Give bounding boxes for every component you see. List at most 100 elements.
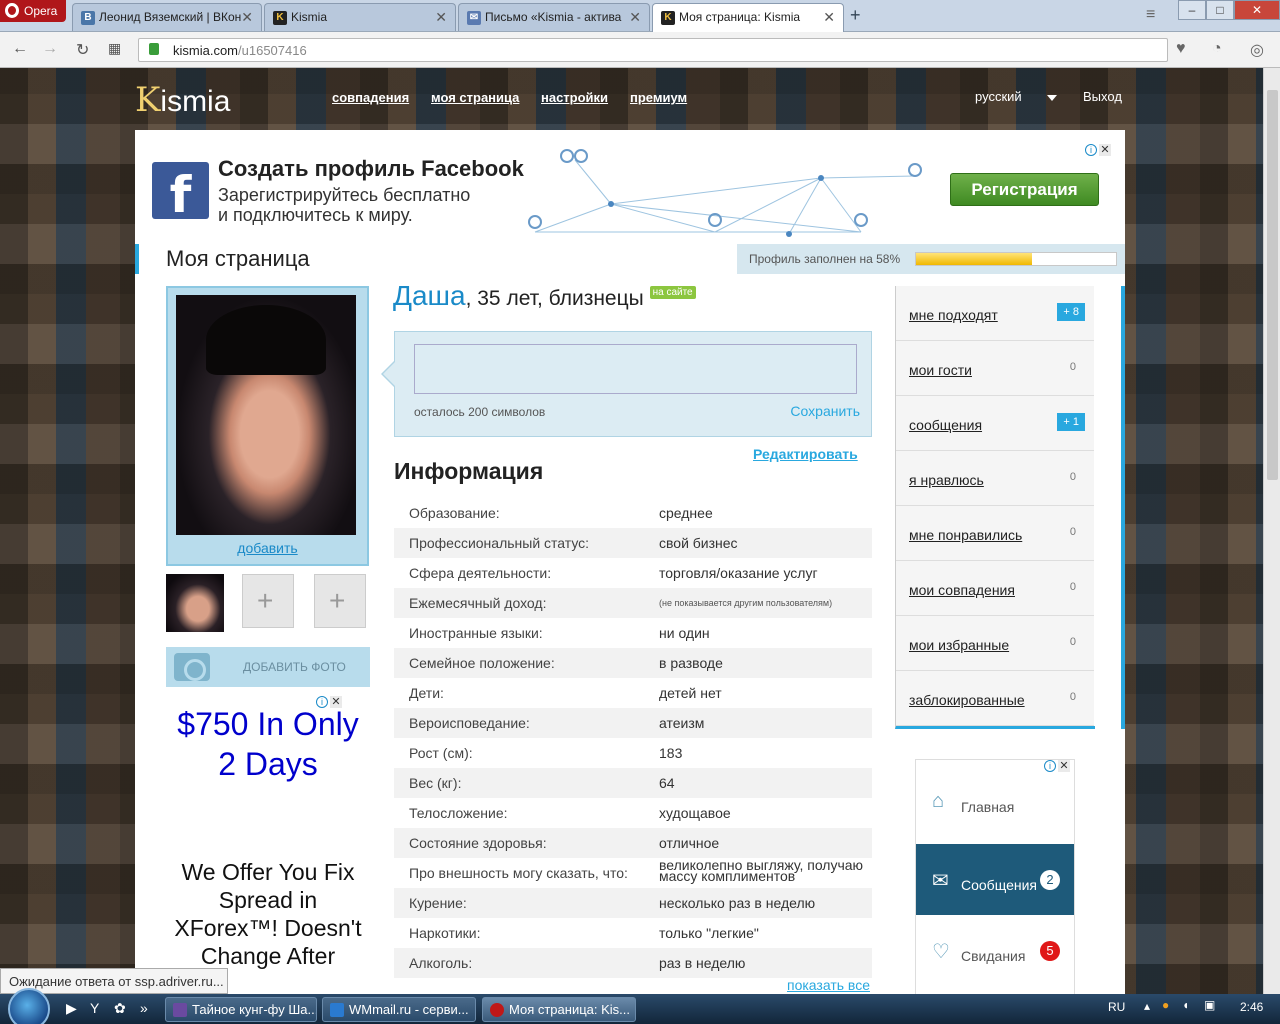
speaker-icon[interactable]: ◖ xyxy=(1182,998,1189,1012)
language-select[interactable]: русский xyxy=(975,89,1057,104)
more-icon[interactable]: » xyxy=(140,1000,148,1016)
plus-icon: + xyxy=(257,585,274,616)
menu-item-liked-me[interactable]: я нравлюсь 0 xyxy=(896,451,1094,506)
facebook-logo-icon: f xyxy=(152,162,209,224)
fb-ad-subtitle-2: и подключитесь к миру. xyxy=(218,205,413,225)
add-photo-link[interactable]: добавить xyxy=(168,540,367,556)
photo-thumbnail[interactable] xyxy=(166,574,224,632)
close-tab-icon[interactable]: ✕ xyxy=(435,9,447,26)
reload-icon[interactable]: ↻ xyxy=(76,40,89,60)
close-tab-icon[interactable]: ✕ xyxy=(241,9,253,26)
turbo-icon[interactable]: ◔ xyxy=(1212,40,1222,58)
network-illustration xyxy=(528,149,922,237)
nav-matches[interactable]: совпадения xyxy=(332,90,409,105)
empty-photo-slot[interactable]: + xyxy=(314,574,366,628)
widget-home[interactable]: ⌂ Главная xyxy=(916,766,1074,837)
info-row: Дети: детей нет xyxy=(409,685,722,701)
facebook-ad-banner[interactable]: f Создать профиль Facebook Зарегистрируй… xyxy=(135,130,1125,240)
forex-ad[interactable]: i ✕ $750 In Only 2 Days We Offer You Fix … xyxy=(166,696,370,994)
info-row: Профессиональный статус: свой бизнес xyxy=(394,528,872,558)
menu-item-favorites[interactable]: мои избранные 0 xyxy=(896,616,1094,671)
profile-photo[interactable] xyxy=(176,295,356,535)
widget-messages[interactable]: ✉ Сообщения 2 xyxy=(916,844,1074,915)
save-status-button[interactable]: Сохранить xyxy=(790,403,860,419)
task-ie[interactable]: WMmail.ru - серви... xyxy=(322,997,476,1022)
media-icon xyxy=(173,1003,187,1017)
fb-ad-title: Создать профиль Facebook xyxy=(218,156,524,181)
speed-dial-icon[interactable]: ▦ xyxy=(108,40,121,57)
network-icon[interactable]: ▣ xyxy=(1204,998,1215,1012)
back-icon[interactable]: ← xyxy=(12,40,28,58)
add-photo-button[interactable]: ДОБАВИТЬ ФОТО xyxy=(166,647,370,687)
logout-link[interactable]: Выход xyxy=(1083,89,1122,104)
nav-my-page[interactable]: моя страница xyxy=(431,90,519,105)
tab-mail[interactable]: ✉ Письмо «Kismia - актива ✕ xyxy=(458,3,650,31)
chevron-down-icon xyxy=(1047,95,1057,101)
account-icon[interactable]: ◎ xyxy=(1250,40,1264,60)
info-row: Иностранные языки: ни один xyxy=(409,625,710,641)
maximize-button[interactable]: □ xyxy=(1206,0,1234,20)
info-row: Образование: среднее xyxy=(409,505,713,521)
online-badge: на сайте xyxy=(649,286,696,299)
windows-taskbar: ▶ Y ✿ » Тайное кунг-фу Ша... WMmail.ru -… xyxy=(0,988,1280,1024)
kismia-logo[interactable]: Kismia xyxy=(135,80,230,120)
kismia-icon: K xyxy=(661,11,675,25)
menu-item-suitable[interactable]: мне подходят + 8 xyxy=(896,286,1094,341)
heart-icon: ♡ xyxy=(932,941,950,963)
minimize-button[interactable]: – xyxy=(1178,0,1206,20)
adchoices[interactable]: i ✕ xyxy=(1085,144,1111,156)
media-player-icon[interactable]: ▶ xyxy=(66,1000,77,1017)
info-row: Вероисповедание: атеизм xyxy=(394,708,872,738)
tab-kismia[interactable]: K Kismia ✕ xyxy=(264,3,456,31)
task-video[interactable]: Тайное кунг-фу Ша... xyxy=(165,997,317,1022)
chars-left: осталось 200 символов xyxy=(414,405,546,419)
quick-nav-widget: i ✕ ⌂ Главная ✉ Сообщения 2 ♡ Свидания 5 xyxy=(915,759,1075,994)
opera-menu-button[interactable]: Opera xyxy=(0,0,66,22)
close-window-button[interactable]: ✕ xyxy=(1234,0,1280,20)
url-field[interactable]: kismia.com/u16507416 xyxy=(138,38,1168,62)
avast-icon[interactable]: ● xyxy=(1162,998,1169,1012)
task-opera[interactable]: Моя страница: Kis... xyxy=(482,997,636,1022)
info-icon[interactable]: i xyxy=(1085,144,1097,156)
widget-dates[interactable]: ♡ Свидания 5 xyxy=(916,915,1074,986)
fb-register-button[interactable]: Регистрация xyxy=(950,173,1099,206)
camera-icon xyxy=(174,653,210,681)
edit-info-link[interactable]: Редактировать xyxy=(753,446,858,462)
menu-item-blocked[interactable]: заблокированные 0 xyxy=(896,671,1094,726)
close-icon[interactable]: ✕ xyxy=(1099,144,1111,156)
status-input[interactable] xyxy=(414,344,857,394)
info-row: Состояние здоровья: отличное xyxy=(394,828,872,858)
opera-icon xyxy=(490,1003,504,1017)
empty-photo-slot[interactable]: + xyxy=(242,574,294,628)
opera-logo-icon xyxy=(5,3,19,18)
clock[interactable]: 2:46 xyxy=(1240,1000,1263,1014)
language-indicator[interactable]: RU xyxy=(1108,1000,1125,1014)
tab-my-page[interactable]: K Моя страница: Kismia ✕ xyxy=(652,3,844,32)
nav-settings[interactable]: настройки xyxy=(541,90,608,105)
progress-label: Профиль заполнен на 58% xyxy=(749,252,901,266)
new-tab-icon[interactable]: + xyxy=(850,5,861,26)
close-tab-icon[interactable]: ✕ xyxy=(629,9,641,26)
menu-item-guests[interactable]: мои гости 0 xyxy=(896,341,1094,396)
right-sidebar-menu: мне подходят + 8 мои гости 0 сообщения + 1 … xyxy=(895,286,1095,729)
tab-vk[interactable]: B Леонид Вяземский | ВКон ✕ xyxy=(72,3,262,31)
profile-photo-box: добавить xyxy=(166,286,369,566)
nav-premium[interactable]: премиум xyxy=(630,90,687,105)
menu-item-messages[interactable]: сообщения + 1 xyxy=(896,396,1094,451)
app-icon[interactable]: ✿ xyxy=(114,1000,126,1017)
menu-item-i-liked[interactable]: мне понравились 0 xyxy=(896,506,1094,561)
main-content: f Создать профиль Facebook Зарегистрируй… xyxy=(135,130,1125,994)
yandex-icon[interactable]: Y xyxy=(90,1000,99,1016)
tray-expand-icon[interactable]: ▴ xyxy=(1144,999,1150,1013)
envelope-icon: ✉ xyxy=(932,870,949,892)
tab-menu-icon[interactable]: ≡ xyxy=(1146,6,1155,24)
site-header: Kismia совпадения моя страница настройки… xyxy=(135,72,1125,130)
info-row: Семейное положение: в разводе xyxy=(394,648,872,678)
menu-item-matches[interactable]: мои совпадения 0 xyxy=(896,561,1094,616)
page-scrollbar[interactable] xyxy=(1263,68,1280,994)
heart-icon[interactable]: ♥ xyxy=(1176,40,1186,58)
close-tab-icon[interactable]: ✕ xyxy=(823,9,835,26)
start-button[interactable] xyxy=(8,988,50,1024)
forward-icon[interactable]: → xyxy=(42,40,58,58)
show-all-link[interactable]: показать все xyxy=(787,977,870,993)
